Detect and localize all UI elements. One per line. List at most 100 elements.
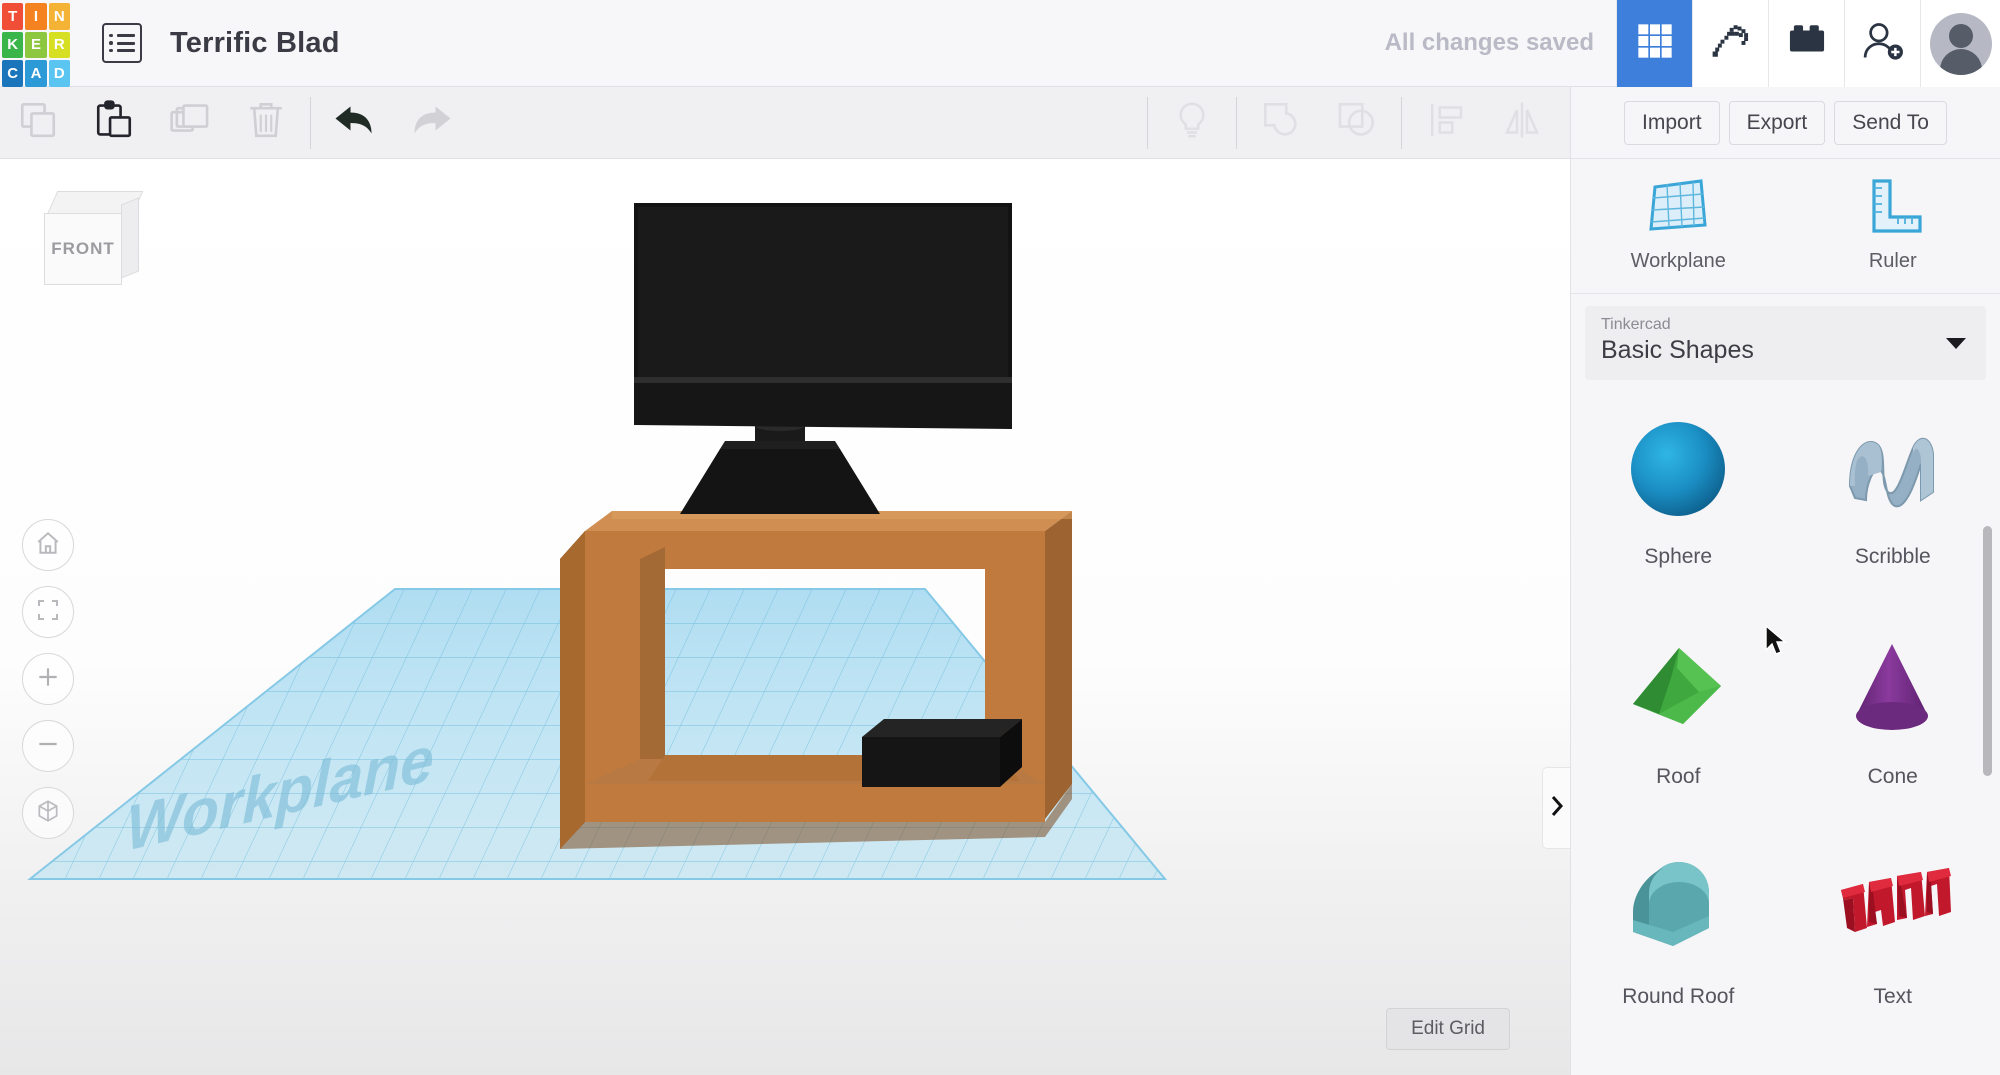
round-roof-icon (1621, 836, 1736, 981)
duplicate-button[interactable] (152, 87, 228, 159)
scribble-icon (1835, 396, 1950, 541)
delete-button[interactable] (228, 87, 304, 159)
chevron-down-icon[interactable] (1946, 338, 1966, 349)
3d-viewport[interactable]: Workplane (0, 159, 1570, 1075)
trash-icon (245, 99, 287, 146)
shape-cone[interactable]: Cone (1800, 616, 1985, 789)
minus-icon (35, 731, 61, 762)
toolbar-divider (1236, 97, 1237, 149)
shape-text[interactable]: Text (1800, 836, 1985, 1009)
mouse-cursor (1764, 624, 1790, 663)
panel-collapse-handle[interactable] (1542, 767, 1570, 849)
page-title[interactable]: Terrific Blad (170, 27, 340, 60)
workplane-grid-icon (1647, 177, 1709, 240)
logo-tile: T (2, 3, 23, 30)
menu-line (117, 42, 136, 45)
perspective-toggle-button[interactable] (22, 787, 74, 839)
group-shapes-icon (1260, 99, 1302, 146)
redo-button[interactable] (393, 87, 469, 159)
avatar (1930, 13, 1992, 75)
cube-icon (35, 798, 61, 829)
shape-library-dropdown[interactable]: Tinkercad Basic Shapes (1585, 306, 1986, 380)
tinkercad-logo[interactable]: T I N K E R C A D (0, 0, 72, 87)
clipboard-paste-icon (93, 99, 135, 146)
view-cube-front-face[interactable]: FRONT (44, 213, 122, 285)
mirror-button[interactable] (1484, 87, 1560, 159)
shape-round-roof[interactable]: Round Roof (1586, 836, 1771, 1009)
tinkercad-app: T I N K E R C A D Terrific Blad All chan… (0, 0, 2000, 1075)
workplane-tool[interactable]: Workplane (1613, 177, 1743, 273)
import-button[interactable]: Import (1624, 101, 1720, 145)
ruler-icon (1862, 177, 1924, 240)
zoom-out-button[interactable] (22, 720, 74, 772)
home-view-button[interactable] (22, 519, 74, 571)
bullet-dot (109, 34, 113, 38)
copy-button[interactable] (0, 87, 76, 159)
lightbulb-icon (1172, 100, 1212, 145)
shape-row: Round Roof (1571, 836, 2000, 1056)
text-icon (1833, 836, 1953, 981)
paste-button[interactable] (76, 87, 152, 159)
grid-3x3-icon (1635, 21, 1675, 66)
logo-tile: I (25, 3, 46, 30)
hamburger-list-icon[interactable] (102, 23, 142, 63)
view-cube-right-face[interactable] (121, 197, 139, 278)
scene-canvas[interactable]: Workplane (0, 159, 1570, 1075)
cone-icon (1835, 616, 1950, 761)
logo-tile: D (49, 60, 70, 87)
duplicate-stack-icon (169, 99, 211, 146)
tv-stand-model (560, 511, 1072, 849)
toolbar-divider (1147, 97, 1148, 149)
undo-button[interactable] (317, 87, 393, 159)
ungroup-button[interactable] (1319, 87, 1395, 159)
shape-panel-scrollbar[interactable] (1983, 526, 1992, 776)
redo-arrow-icon (407, 96, 455, 149)
person-add-icon (1861, 19, 1905, 68)
menu-line (117, 49, 136, 52)
ungroup-shapes-icon (1336, 99, 1378, 146)
tv-model (634, 203, 1012, 514)
designs-grid-button[interactable] (1616, 0, 1692, 87)
shape-library-value: Basic Shapes (1601, 336, 1970, 365)
edit-toolbar (0, 87, 1570, 159)
fit-brackets-icon (36, 598, 60, 627)
align-icon (1426, 100, 1466, 145)
view-cube-label: FRONT (51, 239, 115, 259)
align-button[interactable] (1408, 87, 1484, 159)
sphere-icon (1623, 396, 1733, 541)
export-button[interactable]: Export (1729, 101, 1826, 145)
group-button[interactable] (1243, 87, 1319, 159)
view-cube[interactable]: FRONT (44, 191, 140, 287)
blocks-button[interactable] (1768, 0, 1844, 87)
zoom-in-button[interactable] (22, 653, 74, 705)
bullet-dot (109, 41, 113, 45)
toolbar-divider (1401, 97, 1402, 149)
shape-sphere[interactable]: Sphere (1586, 396, 1771, 569)
header-spacer (340, 0, 1385, 86)
toolbar-divider (310, 97, 311, 149)
shape-row: Sphere Scribble (1571, 396, 2000, 616)
bullet-dot (109, 49, 113, 53)
console-box-model (862, 719, 1022, 787)
shape-grid: Sphere Scribble (1571, 396, 2000, 1075)
shape-roof[interactable]: Roof (1586, 616, 1771, 789)
right-panel: Import Export Send To Workplane (1570, 87, 2000, 1075)
pickaxe-icon (1710, 20, 1752, 67)
shape-library-group: Tinkercad (1601, 316, 1970, 334)
avatar-button[interactable] (1920, 0, 2000, 87)
fit-to-view-button[interactable] (22, 586, 74, 638)
shape-label: Roof (1656, 765, 1700, 789)
edit-grid-button[interactable]: Edit Grid (1386, 1008, 1510, 1050)
shape-scribble[interactable]: Scribble (1800, 396, 1985, 569)
shape-label: Round Roof (1622, 985, 1734, 1009)
minecraft-button[interactable] (1692, 0, 1768, 87)
shape-label: Cone (1868, 765, 1918, 789)
ruler-tool[interactable]: Ruler (1828, 177, 1958, 273)
app-header: T I N K E R C A D Terrific Blad All chan… (0, 0, 2000, 87)
notes-button[interactable] (1154, 87, 1230, 159)
send-to-button[interactable]: Send To (1834, 101, 1947, 145)
panel-action-buttons: Import Export Send To (1571, 87, 2000, 159)
save-status-text: All changes saved (1385, 29, 1594, 57)
plus-icon (35, 664, 61, 695)
invite-button[interactable] (1844, 0, 1920, 87)
